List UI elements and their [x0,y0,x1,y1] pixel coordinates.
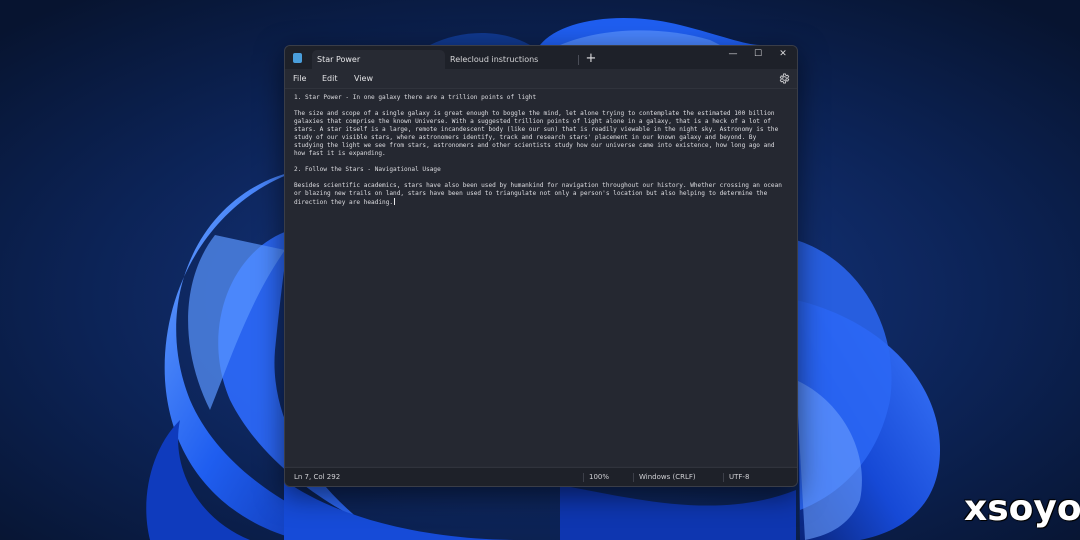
status-zoom[interactable]: 100% [589,468,609,486]
status-divider [633,473,634,482]
menu-file[interactable]: File [293,69,306,88]
minimize-icon: — [728,49,738,59]
maximize-button[interactable]: ☐ [746,46,770,64]
document-paragraph: 1. Star Power - In one galaxy there are … [294,94,537,101]
status-bar: Ln 7, Col 292 100% Windows (CRLF) UTF-8 [285,467,797,486]
status-cursor-position: Ln 7, Col 292 [294,473,341,481]
status-divider [583,473,584,482]
menu-bar: File Edit View [285,69,797,88]
title-bar[interactable]: Star Power Relecloud instructions + — ☐ … [285,46,797,69]
tab-divider [578,55,579,65]
notepad-app-icon [293,53,302,63]
text-editor-area[interactable]: 1. Star Power - In one galaxy there are … [285,88,797,466]
status-line-ending[interactable]: Windows (CRLF) [639,468,696,486]
xsoyo-watermark-logo: xsoyo [964,488,1080,529]
new-tab-button[interactable]: + [583,50,599,69]
tab-label: Relecloud instructions [450,55,539,64]
close-icon: ✕ [779,49,787,59]
status-divider [723,473,724,482]
document-paragraph: 2. Follow the Stars - Navigational Usage [294,166,441,173]
document-paragraph-text: Besides scientific academics, stars have… [294,182,782,206]
tab-star-power[interactable]: Star Power [312,50,445,69]
plus-icon: + [585,51,597,66]
close-button[interactable]: ✕ [771,46,795,64]
notepad-window: Star Power Relecloud instructions + — ☐ … [284,45,798,487]
menu-edit[interactable]: Edit [322,69,338,88]
status-encoding[interactable]: UTF-8 [729,468,749,486]
menu-view[interactable]: View [354,69,373,88]
tab-relecloud-instructions[interactable]: Relecloud instructions [445,50,578,69]
tab-label: Star Power [317,55,361,64]
document-paragraph-last: Besides scientific academics, stars have… [294,182,788,207]
document-paragraph: The size and scope of a single galaxy is… [294,110,779,157]
maximize-icon: ☐ [753,49,763,59]
minimize-button[interactable]: — [721,46,745,64]
text-caret [394,198,396,205]
gear-icon[interactable] [779,73,790,84]
